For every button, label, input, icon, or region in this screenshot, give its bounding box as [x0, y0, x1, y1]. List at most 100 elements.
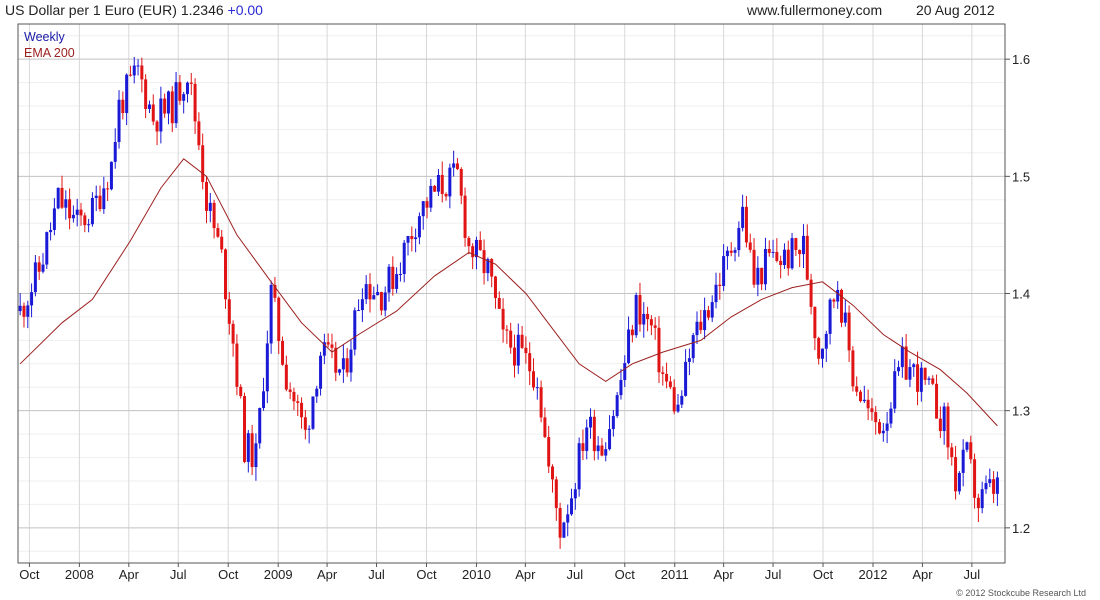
weekly-candle — [558, 502, 562, 549]
candle-body — [931, 378, 935, 384]
candle-body — [577, 443, 581, 490]
candle-body — [520, 334, 524, 348]
candle-body — [611, 415, 615, 430]
candle-body — [231, 323, 235, 344]
weekly-candle — [170, 86, 174, 133]
candle-body — [22, 305, 26, 317]
candle-body — [185, 82, 189, 95]
legend-weekly: Weekly — [24, 30, 65, 44]
candle-body — [874, 412, 878, 423]
weekly-candle — [265, 330, 269, 404]
weekly-candle — [281, 336, 285, 366]
candle-body — [90, 197, 94, 225]
candle-body — [710, 302, 714, 318]
x-tick-label: 2012 — [859, 567, 888, 582]
weekly-candle — [402, 240, 406, 283]
candle-body — [551, 466, 555, 480]
candle-body — [665, 373, 669, 382]
x-tick-label: 2010 — [462, 567, 491, 582]
candle-body — [83, 215, 87, 226]
candle-body — [448, 167, 452, 197]
candle-body — [851, 350, 855, 387]
weekly-candle — [410, 226, 414, 252]
candle-body — [794, 238, 798, 250]
weekly-candle — [109, 161, 113, 191]
candle-body — [368, 284, 372, 300]
candle-body — [699, 321, 703, 331]
ema-200-line — [19, 158, 998, 427]
weekly-candle — [551, 464, 555, 493]
candle-body — [353, 310, 357, 350]
candle-body — [159, 98, 163, 132]
candle-body — [790, 238, 794, 269]
candle-body — [703, 310, 707, 331]
weekly-candle — [383, 286, 387, 317]
weekly-candle — [98, 185, 102, 212]
weekly-candle — [478, 231, 482, 251]
weekly-candle — [988, 468, 992, 488]
weekly-candle — [695, 311, 699, 344]
candle-body — [737, 227, 741, 251]
copyright-notice: © 2012 Stockcube Research Ltd — [956, 588, 1086, 598]
weekly-candle — [501, 298, 505, 343]
weekly-candle — [338, 368, 342, 376]
weekly-candle — [680, 390, 684, 409]
weekly-candle — [623, 355, 627, 388]
candle-body — [345, 358, 349, 373]
weekly-candle — [592, 409, 596, 461]
candle-body — [421, 201, 425, 217]
weekly-candle — [931, 375, 935, 386]
weekly-candle — [79, 202, 83, 226]
weekly-candle — [923, 367, 927, 385]
candle-body — [360, 299, 364, 311]
candle-body — [798, 249, 802, 255]
weekly-candle — [596, 436, 600, 460]
weekly-candle — [459, 167, 463, 205]
weekly-candle — [684, 349, 688, 397]
weekly-candle — [224, 248, 228, 309]
candle-body — [144, 79, 148, 109]
weekly-candle — [440, 161, 444, 203]
x-tick-label: Apr — [317, 567, 338, 582]
candle-body — [262, 391, 266, 409]
candle-body — [216, 228, 220, 237]
candle-body — [714, 284, 718, 303]
weekly-candle — [531, 358, 535, 391]
x-axis: Oct 2008 Apr Jul Oct 2009 Apr Jul Oct 2010 Apr Jul O… — [19, 563, 980, 582]
weekly-candle — [779, 255, 783, 279]
weekly-candle — [790, 232, 794, 270]
weekly-candle — [843, 299, 847, 327]
candle-body — [741, 206, 745, 228]
weekly-candle — [642, 302, 646, 338]
candle-body — [227, 299, 231, 324]
x-tick-label: Jul — [765, 567, 782, 582]
candle-body — [828, 299, 832, 334]
candle-body — [300, 402, 304, 418]
candle-body — [383, 292, 387, 311]
weekly-candle — [828, 298, 832, 345]
weekly-candle — [509, 322, 513, 354]
weekly-candle — [467, 236, 471, 255]
weekly-candle — [752, 238, 756, 288]
weekly-candle — [866, 389, 870, 421]
weekly-candle — [965, 441, 969, 453]
weekly-candle — [159, 86, 163, 144]
candle-body — [653, 325, 657, 328]
weekly-candle — [995, 471, 999, 506]
candle-body — [315, 388, 319, 397]
candle-body — [817, 338, 821, 359]
weekly-candle — [33, 255, 37, 297]
candle-body — [497, 298, 501, 309]
weekly-candle — [455, 158, 459, 171]
x-tick-label: Apr — [714, 567, 735, 582]
candle-body — [455, 163, 459, 170]
weekly-candle — [832, 298, 836, 309]
candle-body — [208, 202, 212, 211]
candle-body — [592, 416, 596, 452]
weekly-candle — [463, 187, 467, 247]
candle-body — [661, 372, 665, 374]
candle-body — [961, 449, 965, 473]
candle-body — [440, 174, 444, 194]
weekly-candle — [954, 445, 958, 500]
candle-body — [341, 358, 345, 370]
